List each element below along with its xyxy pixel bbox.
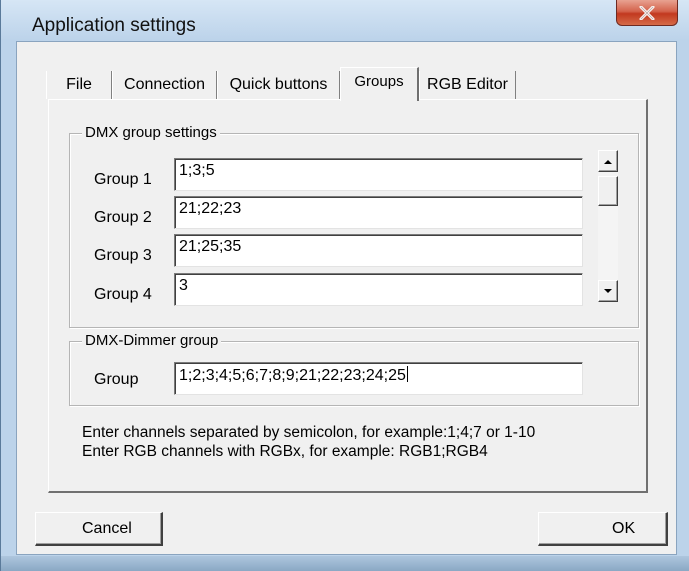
group-4-label: Group 4 [94,286,152,303]
tab-label: Quick buttons [229,76,328,93]
group-1-label: Group 1 [94,171,152,188]
group-1-value: 1;3;5 [179,162,215,179]
close-button[interactable] [616,0,678,26]
tab-label: RGB Editor [427,76,508,93]
up-arrow-icon [604,159,612,164]
group-3-value: 21;25;35 [179,238,242,255]
group-1-input[interactable]: 1;3;5 [174,158,583,191]
tab-strip: File Connection Quick buttons Groups RGB… [46,67,646,101]
group-3-label: Group 3 [94,247,152,264]
hint-rgb-channels: Enter RGB channels with RGBx, for exampl… [82,443,488,460]
group-3-input[interactable]: 21;25;35 [174,234,583,267]
tab-groups[interactable]: Groups [340,67,419,101]
scroll-down-button[interactable] [598,280,618,302]
scroll-thumb[interactable] [598,176,618,206]
close-icon [639,5,655,20]
hint-channels: Enter channels separated by semicolon, f… [82,424,536,441]
down-arrow-icon [604,288,612,293]
window-bottom-border [1,556,689,571]
tab-label: Connection [124,76,205,93]
group-4-value: 3 [179,277,188,294]
dimmer-group-label: Group [94,371,139,388]
tab-label: File [66,76,92,93]
tab-connection[interactable]: Connection [112,71,217,99]
window-title: Application settings [32,15,196,36]
ok-button[interactable]: OK [538,512,668,546]
cancel-button[interactable]: Cancel [35,512,163,546]
dimmer-group-value: 1;2;3;4;5;6;7;8;9;21;22;23;24;25 [179,367,406,384]
scroll-up-button[interactable] [598,150,618,172]
tab-quick-buttons[interactable]: Quick buttons [217,71,340,99]
dmx-dimmer-group-legend: DMX-Dimmer group [82,332,222,349]
ok-label: OK [612,519,636,537]
groups-scrollbar[interactable] [598,150,618,302]
group-2-value: 21;22;23 [179,200,242,217]
title-bar[interactable]: Application settings [1,0,689,40]
group-4-input[interactable]: 3 [174,273,583,306]
text-caret [406,366,408,382]
tab-label: Groups [354,73,404,90]
dmx-group-settings-legend: DMX group settings [82,124,220,141]
settings-dialog: Application settings File Connection Qui… [0,0,689,571]
group-2-label: Group 2 [94,209,152,226]
tab-rgb-editor[interactable]: RGB Editor [419,71,516,99]
tab-file[interactable]: File [46,71,112,99]
group-2-input[interactable]: 21;22;23 [174,196,583,229]
dimmer-group-input[interactable]: 1;2;3;4;5;6;7;8;9;21;22;23;24;25 [174,362,583,395]
cancel-label: Cancel [82,519,132,537]
